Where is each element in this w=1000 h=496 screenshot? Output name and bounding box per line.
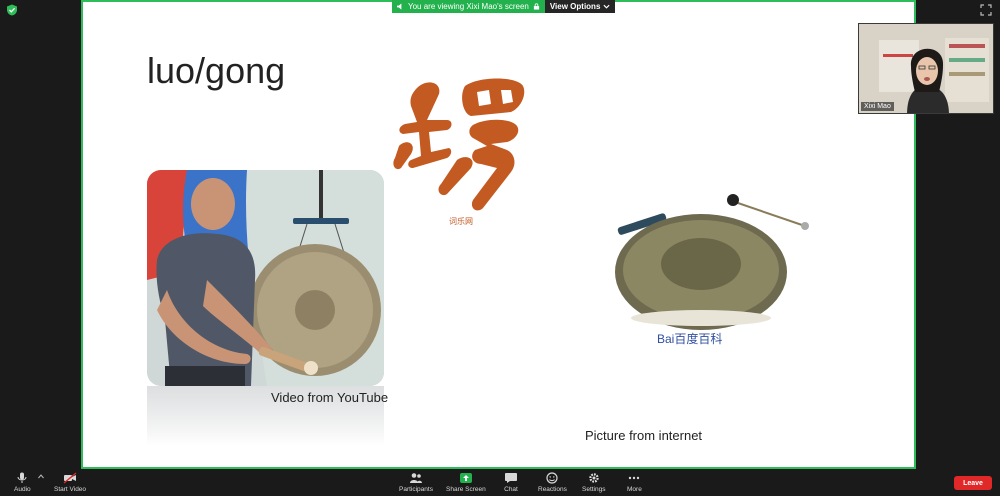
- gear-icon: [589, 473, 599, 483]
- start-video-button[interactable]: Start Video: [54, 472, 86, 493]
- viewing-indicator: You are viewing Xixi Mao's screen: [392, 0, 545, 13]
- calligraphy-caption: 词乐网: [449, 217, 473, 226]
- start-video-label: Start Video: [54, 486, 87, 493]
- chat-button[interactable]: Chat: [504, 472, 518, 493]
- zoom-window: luo/gong 词乐网 Video from YouTube Bai百度百科 …: [0, 0, 1000, 496]
- participants-icon: [409, 473, 422, 483]
- slide-title: luo/gong: [147, 50, 286, 91]
- lock-icon: [533, 3, 539, 10]
- audio-caret-icon[interactable]: [38, 474, 44, 479]
- participants-button[interactable]: Participants: [399, 472, 433, 493]
- audio-button[interactable]: Audio: [14, 472, 31, 493]
- leave-button[interactable]: Leave: [954, 476, 992, 490]
- view-options-button[interactable]: View Options: [544, 0, 616, 13]
- reactions-icon: [546, 472, 559, 484]
- cymbal-picture: Bai百度百科: [615, 194, 809, 346]
- microphone-icon: [17, 472, 27, 483]
- video-camera-off-icon: [63, 472, 77, 484]
- participants-label: Participants: [399, 486, 433, 493]
- participant-name: Xixi Mao: [861, 102, 894, 111]
- picture-watermark: Bai百度百科: [657, 331, 722, 346]
- picture-caption: Picture from internet: [585, 428, 703, 443]
- settings-label: Settings: [582, 486, 606, 493]
- viewing-text: You are viewing Xixi Mao's screen: [408, 2, 529, 11]
- chat-label: Chat: [504, 486, 518, 493]
- chat-icon: [505, 473, 517, 483]
- meeting-toolbar: Audio Start Video Participants Share Scr…: [0, 470, 1000, 496]
- shared-screen: luo/gong 词乐网 Video from YouTube Bai百度百科 …: [81, 0, 916, 469]
- participant-video-thumbnail[interactable]: Xixi Mao: [858, 23, 994, 114]
- settings-button[interactable]: Settings: [582, 472, 606, 493]
- screen-share-banner: You are viewing Xixi Mao's screen View O…: [392, 0, 616, 13]
- shield-icon[interactable]: [6, 4, 18, 16]
- share-screen-label: Share Screen: [446, 486, 486, 493]
- calligraphy-character: [393, 78, 525, 211]
- chevron-down-icon: [603, 4, 610, 9]
- fullscreen-icon[interactable]: [980, 4, 992, 16]
- more-label: More: [627, 486, 642, 493]
- share-screen-button[interactable]: Share Screen: [446, 472, 486, 493]
- share-screen-icon: [459, 473, 472, 483]
- reactions-button[interactable]: Reactions: [538, 472, 567, 493]
- audio-label: Audio: [14, 486, 31, 493]
- view-options-label: View Options: [549, 2, 601, 11]
- reactions-label: Reactions: [538, 486, 567, 493]
- more-button[interactable]: More: [627, 472, 642, 493]
- gong-video-frame[interactable]: [147, 170, 384, 386]
- more-icon: [629, 476, 640, 480]
- speaker-icon: [397, 3, 402, 10]
- video-caption: Video from YouTube: [271, 390, 389, 405]
